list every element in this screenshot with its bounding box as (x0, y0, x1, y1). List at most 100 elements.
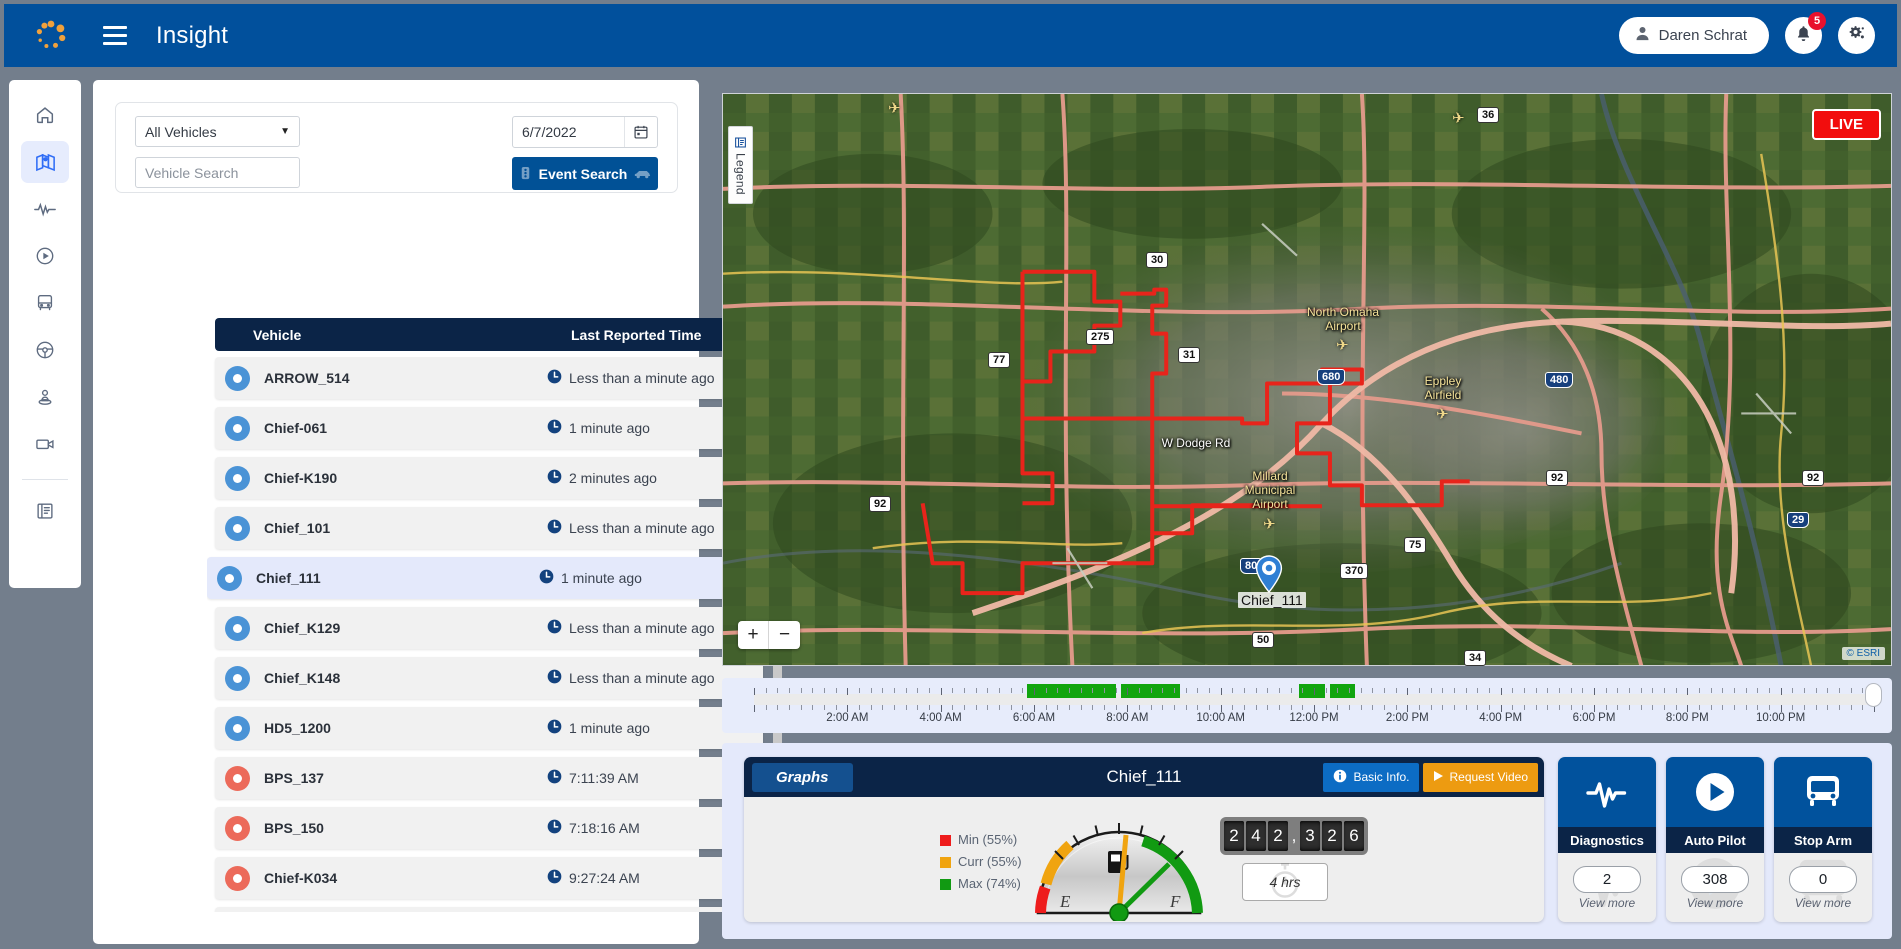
gauge-legend-item: Curr (55%) (940, 851, 1022, 873)
map-legend-tab[interactable]: Legend (728, 126, 753, 204)
pulse-icon (1558, 757, 1656, 827)
stat-value: 0 (1789, 865, 1857, 893)
table-row[interactable]: Chief-061 1 minute ago (215, 407, 763, 449)
stat-card-stop-arm[interactable]: Stop Arm 0 View more (1774, 757, 1872, 922)
timeline-handle[interactable] (1865, 683, 1882, 707)
table-row[interactable] (215, 907, 763, 912)
table-row[interactable]: Chief-K034 9:27:24 AM (215, 857, 763, 899)
status-dot (225, 415, 250, 441)
clock-icon (547, 419, 562, 437)
gauge-empty-label: E (1059, 892, 1071, 911)
timeline[interactable]: 2:00 AM 4:00 AM 6:00 AM 8:00 AM 10:00 AM 12:0… (722, 678, 1892, 733)
clock-icon (547, 619, 562, 637)
sidebar-item-drivers[interactable] (21, 329, 69, 371)
clock-icon (547, 719, 562, 737)
header-actions: Daren Schrat 5 (1618, 12, 1875, 54)
last-reported-time: 7:18:16 AM (547, 819, 640, 837)
vehicle-name: Chief-K190 (264, 470, 338, 486)
settings-button[interactable] (1838, 17, 1875, 54)
stat-body: 2 View more (1558, 853, 1656, 922)
table-row[interactable]: Chief_101 Less than a minute ago (215, 507, 763, 549)
gauge-legend-item: Min (55%) (940, 829, 1022, 851)
status-dot (225, 815, 250, 841)
odometer-digit: , (1290, 821, 1298, 851)
sidebar-item-home[interactable] (21, 94, 69, 136)
vehicle-search-input[interactable]: Vehicle Search (135, 157, 300, 188)
sidebar-item-students[interactable] (21, 376, 69, 418)
last-reported-time: Less than a minute ago (547, 369, 715, 387)
stat-card-auto-pilot[interactable]: Auto Pilot 308 View more (1666, 757, 1764, 922)
play-circle-icon (1666, 757, 1764, 827)
sidebar-item-reports[interactable] (21, 490, 69, 532)
highway-shield: 75 (1404, 537, 1427, 553)
notifications-button[interactable]: 5 (1785, 12, 1826, 54)
vehicle-name: Chief_K129 (264, 620, 341, 636)
stat-value: 2 (1573, 865, 1641, 893)
timeline-tick-label: 4:00 AM (919, 712, 962, 724)
chevron-down-icon: ▼ (280, 126, 290, 137)
request-video-button[interactable]: Request Video (1423, 762, 1538, 792)
sidebar-item-playback[interactable] (21, 235, 69, 277)
zoom-out-button[interactable]: − (769, 621, 800, 649)
column-header-vehicle: Vehicle (253, 326, 302, 343)
last-reported-time: 1 minute ago (539, 569, 642, 587)
sidebar-item-map[interactable] (21, 141, 69, 183)
zoom-in-button[interactable]: + (738, 621, 769, 649)
table-row[interactable]: BPS_137 7:11:39 AM (215, 757, 763, 799)
graphs-card: Graphs Chief_111 Basic Info. Request Vid… (744, 757, 1544, 922)
date-value: 6/7/2022 (522, 124, 577, 140)
highway-shield: 275 (1086, 329, 1115, 345)
clock-icon (547, 519, 562, 537)
user-menu-button[interactable]: Daren Schrat (1618, 17, 1769, 54)
last-reported-time: 1 minute ago (547, 419, 650, 437)
sidebar-item-vehicles[interactable] (21, 282, 69, 324)
legend-swatch (940, 834, 951, 846)
vehicle-list[interactable]: ARROW_514 Less than a minute ago Chief-061… (207, 357, 777, 912)
timeline-labels: 2:00 AM 4:00 AM 6:00 AM 8:00 AM 10:00 AM 12:0… (754, 712, 1874, 728)
date-picker[interactable]: 6/7/2022 (512, 116, 658, 148)
bell-icon (1795, 25, 1812, 47)
table-row[interactable]: Chief_111 1 minute ago (207, 557, 769, 599)
calendar-icon[interactable] (624, 117, 657, 147)
map-view[interactable]: © ESRI (722, 93, 1892, 666)
vehicle-filter-value: All Vehicles (145, 123, 217, 140)
sidebar-item-diagnostics[interactable] (21, 188, 69, 230)
last-reported-time: 7:11:39 AM (547, 769, 639, 787)
table-row[interactable]: BPS_150 7:18:16 AM (215, 807, 763, 849)
legend-label: Max (74%) (958, 876, 1021, 891)
app-header: Insight Daren Schrat 5 (4, 4, 1897, 67)
stat-card-diagnostics[interactable]: Diagnostics 2 View more (1558, 757, 1656, 922)
basic-info-button[interactable]: Basic Info. (1323, 762, 1420, 792)
map-zoom-controls[interactable]: + − (738, 621, 800, 649)
car-icon (634, 167, 651, 180)
status-dot (225, 715, 250, 741)
map-attribution: © ESRI (1841, 647, 1885, 660)
graphs-label: Graphs (776, 768, 829, 786)
table-row[interactable]: HD5_1200 1 minute ago (215, 707, 763, 749)
app-root: Insight Daren Schrat 5 All Vehicles ▼ Ve… (0, 0, 1901, 949)
vehicle-search-placeholder: Vehicle Search (145, 164, 239, 181)
event-search-button[interactable]: Event Search (512, 157, 658, 190)
hamburger-menu-icon[interactable] (94, 26, 134, 45)
view-more-link[interactable]: View more (1579, 896, 1635, 910)
timeline-ticks-top (754, 688, 1875, 695)
legend-swatch (940, 878, 951, 890)
view-more-link[interactable]: View more (1795, 896, 1851, 910)
view-more-link[interactable]: View more (1687, 896, 1743, 910)
notification-badge: 5 (1808, 12, 1826, 30)
status-dot (225, 665, 250, 691)
sidebar-item-video[interactable] (21, 423, 69, 465)
graphs-tab[interactable]: Graphs (752, 762, 853, 792)
vehicle-detail-panel: Graphs Chief_111 Basic Info. Request Vid… (722, 743, 1892, 939)
table-row[interactable]: Chief_K148 Less than a minute ago (215, 657, 763, 699)
airport-icon: ✈ (1452, 110, 1465, 127)
legend-label: Legend (733, 152, 748, 195)
table-row[interactable]: ARROW_514 Less than a minute ago (215, 357, 763, 399)
vehicle-name: Chief-K034 (264, 870, 338, 886)
live-badge[interactable]: LIVE (1811, 109, 1881, 140)
vehicle-filter-select[interactable]: All Vehicles ▼ (135, 116, 300, 147)
table-row[interactable]: Chief_K129 Less than a minute ago (215, 607, 763, 649)
table-row[interactable]: Chief-K190 2 minutes ago (215, 457, 763, 499)
clock-icon (547, 669, 562, 687)
highway-shield: 77 (988, 352, 1011, 368)
